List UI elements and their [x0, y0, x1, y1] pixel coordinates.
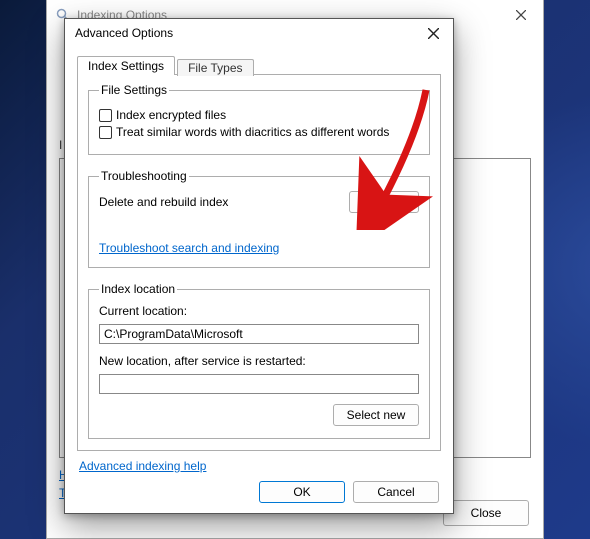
- tab-index-settings[interactable]: Index Settings: [77, 56, 175, 75]
- advanced-indexing-help-link[interactable]: Advanced indexing help: [79, 459, 206, 473]
- file-settings-group: File Settings Index encrypted files Trea…: [88, 83, 430, 155]
- index-encrypted-label: Index encrypted files: [116, 108, 226, 122]
- diacritics-label: Treat similar words with diacritics as d…: [116, 125, 389, 139]
- child-titlebar: Advanced Options: [65, 19, 453, 47]
- parent-close-button[interactable]: [498, 0, 543, 30]
- diacritics-checkbox[interactable]: [99, 126, 112, 139]
- troubleshooting-legend: Troubleshooting: [99, 169, 189, 183]
- file-settings-legend: File Settings: [99, 83, 169, 97]
- index-encrypted-checkbox[interactable]: [99, 109, 112, 122]
- index-location-group: Index location Current location: C:\Prog…: [88, 282, 430, 439]
- new-location-field[interactable]: [99, 374, 419, 394]
- troubleshooting-group: Troubleshooting Delete and rebuild index…: [88, 169, 430, 268]
- close-icon: [428, 28, 439, 39]
- index-location-legend: Index location: [99, 282, 177, 296]
- tab-panel-index-settings: File Settings Index encrypted files Trea…: [77, 74, 441, 451]
- ok-button[interactable]: OK: [259, 481, 345, 503]
- child-window-title: Advanced Options: [75, 26, 173, 40]
- child-close-button[interactable]: [413, 19, 453, 47]
- parent-list-label: I: [59, 138, 62, 152]
- new-location-label: New location, after service is restarted…: [99, 354, 419, 368]
- parent-close-dialog-button[interactable]: Close: [443, 500, 529, 526]
- advanced-options-window: Advanced Options Index Settings File Typ…: [64, 18, 454, 514]
- delete-rebuild-label: Delete and rebuild index: [99, 195, 228, 209]
- cancel-button[interactable]: Cancel: [353, 481, 439, 503]
- select-new-button[interactable]: Select new: [333, 404, 419, 426]
- troubleshoot-link[interactable]: Troubleshoot search and indexing: [99, 241, 419, 255]
- current-location-label: Current location:: [99, 304, 419, 318]
- rebuild-button[interactable]: Rebuild: [349, 191, 419, 213]
- tabs: Index Settings File Types: [77, 53, 441, 75]
- current-location-field: C:\ProgramData\Microsoft: [99, 324, 419, 344]
- tab-file-types[interactable]: File Types: [177, 59, 253, 76]
- close-icon: [516, 10, 526, 20]
